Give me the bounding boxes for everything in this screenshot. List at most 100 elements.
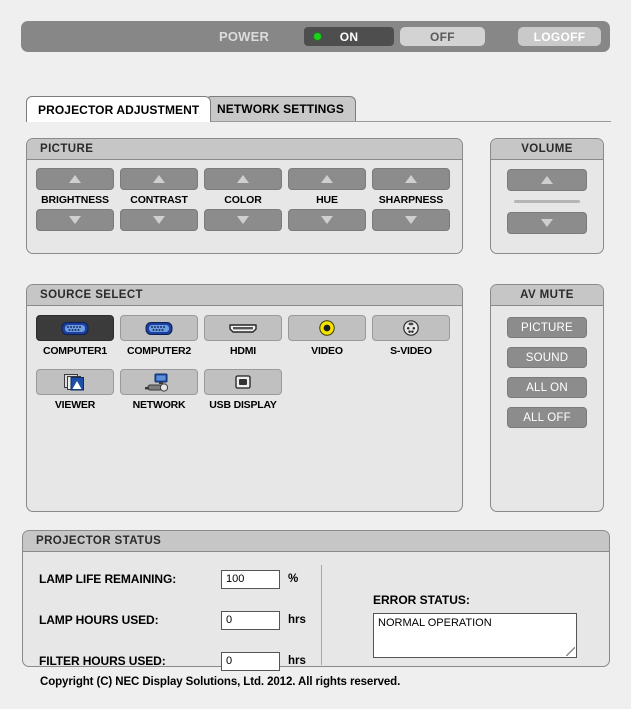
error-status-textarea[interactable]: NORMAL OPERATION bbox=[373, 613, 577, 658]
filter-hours-value[interactable]: 0 bbox=[221, 651, 280, 671]
lamp-life-label: LAMP LIFE REMAINING: bbox=[39, 572, 177, 586]
av-mute-sound-button[interactable]: SOUND bbox=[507, 347, 587, 368]
source-button-computer1[interactable] bbox=[36, 315, 114, 341]
triangle-up-icon bbox=[69, 175, 81, 183]
source-item-hdmi: HDMI bbox=[204, 315, 282, 357]
lamp-hours-unit: hrs bbox=[288, 614, 306, 626]
color-label: COLOR bbox=[224, 194, 262, 206]
projector-status-fields: LAMP LIFE REMAINING: 100 % LAMP HOURS US… bbox=[39, 568, 306, 691]
hdmi-connector-icon bbox=[229, 324, 257, 333]
triangle-down-icon bbox=[321, 216, 333, 224]
triangle-up-icon bbox=[321, 175, 333, 183]
source-label-svideo: S-VIDEO bbox=[390, 345, 432, 357]
source-button-svideo[interactable] bbox=[372, 315, 450, 341]
source-button-video[interactable] bbox=[288, 315, 366, 341]
status-row-lamp-hours: LAMP HOURS USED: 0 hrs bbox=[39, 609, 306, 631]
triangle-down-icon bbox=[69, 216, 81, 224]
hue-down-button[interactable] bbox=[288, 209, 366, 231]
error-status-label: ERROR STATUS: bbox=[373, 593, 470, 607]
picture-control-contrast: CONTRAST bbox=[120, 168, 198, 231]
lamp-life-unit: % bbox=[288, 573, 299, 585]
source-label-computer1: COMPUTER1 bbox=[42, 345, 108, 357]
source-item-computer1: COMPUTER1 bbox=[36, 315, 114, 357]
source-select-panel-title: SOURCE SELECT bbox=[27, 285, 462, 306]
source-button-network[interactable] bbox=[120, 369, 198, 395]
source-label-network: NETWORK bbox=[132, 399, 186, 411]
sharpness-up-button[interactable] bbox=[372, 168, 450, 190]
volume-controls bbox=[491, 169, 603, 234]
hue-label: HUE bbox=[316, 194, 338, 206]
photo-stack-icon bbox=[64, 374, 84, 391]
logoff-button[interactable]: LOGOFF bbox=[518, 27, 601, 46]
source-item-video: VIDEO bbox=[288, 315, 366, 357]
volume-panel-title: VOLUME bbox=[491, 139, 603, 160]
lamp-hours-label: LAMP HOURS USED: bbox=[39, 613, 159, 627]
color-up-button[interactable] bbox=[204, 168, 282, 190]
source-item-svideo: S-VIDEO bbox=[372, 315, 450, 357]
projector-status-body: LAMP LIFE REMAINING: 100 % LAMP HOURS US… bbox=[23, 553, 609, 671]
filter-hours-unit: hrs bbox=[288, 655, 306, 667]
sharpness-label: SHARPNESS bbox=[378, 194, 444, 206]
av-mute-buttons: PICTURE SOUND ALL ON ALL OFF bbox=[491, 317, 603, 428]
brightness-label: BRIGHTNESS bbox=[41, 194, 109, 206]
source-button-viewer[interactable] bbox=[36, 369, 114, 395]
picture-control-sharpness: SHARPNESS bbox=[372, 168, 450, 231]
contrast-up-button[interactable] bbox=[120, 168, 198, 190]
status-row-lamp-life: LAMP LIFE REMAINING: 100 % bbox=[39, 568, 306, 590]
source-button-usb-display[interactable] bbox=[204, 369, 282, 395]
projector-status-panel-title: PROJECTOR STATUS bbox=[23, 531, 609, 552]
filter-hours-label: FILTER HOURS USED: bbox=[39, 654, 166, 668]
projector-status-panel: PROJECTOR STATUS LAMP LIFE REMAINING: 10… bbox=[22, 530, 610, 671]
copyright-text: Copyright (C) NEC Display Solutions, Ltd… bbox=[40, 676, 401, 688]
lamp-life-value[interactable]: 100 bbox=[221, 569, 280, 589]
brightness-down-button[interactable] bbox=[36, 209, 114, 231]
picture-controls: BRIGHTNESS CONTRAST COLOR HUE SHARPNESS bbox=[36, 168, 450, 231]
lamp-hours-value[interactable]: 0 bbox=[221, 610, 280, 630]
picture-panel-title: PICTURE bbox=[27, 139, 462, 160]
hue-up-button[interactable] bbox=[288, 168, 366, 190]
tab-network-settings[interactable]: NETWORK SETTINGS bbox=[205, 96, 356, 121]
tab-projector-adjustment[interactable]: PROJECTOR ADJUSTMENT bbox=[26, 96, 212, 122]
mini-din-icon bbox=[403, 320, 419, 336]
sharpness-down-button[interactable] bbox=[372, 209, 450, 231]
contrast-down-button[interactable] bbox=[120, 209, 198, 231]
power-off-button[interactable]: OFF bbox=[400, 27, 485, 46]
brightness-up-button[interactable] bbox=[36, 168, 114, 190]
source-button-computer2[interactable] bbox=[120, 315, 198, 341]
source-row-1: COMPUTER1 COMPUTER2 HDMI VIDEO S-VIDEO bbox=[36, 315, 450, 357]
error-status-value: NORMAL OPERATION bbox=[378, 617, 492, 629]
status-vertical-divider bbox=[321, 565, 322, 665]
av-mute-all-off-button[interactable]: ALL OFF bbox=[507, 407, 587, 428]
source-label-viewer: VIEWER bbox=[54, 399, 96, 411]
picture-control-hue: HUE bbox=[288, 168, 366, 231]
source-button-hdmi[interactable] bbox=[204, 315, 282, 341]
color-down-button[interactable] bbox=[204, 209, 282, 231]
picture-control-brightness: BRIGHTNESS bbox=[36, 168, 114, 231]
vga-connector-icon bbox=[61, 321, 89, 335]
source-label-hdmi: HDMI bbox=[229, 345, 257, 357]
rca-composite-icon bbox=[319, 320, 335, 336]
error-status-section: ERROR STATUS: NORMAL OPERATION bbox=[373, 593, 577, 658]
triangle-down-icon bbox=[405, 216, 417, 224]
power-on-label: ON bbox=[339, 29, 359, 44]
status-row-filter-hours: FILTER HOURS USED: 0 hrs bbox=[39, 650, 306, 672]
power-on-button[interactable]: ON bbox=[304, 27, 394, 46]
source-label-usb-display: USB DISPLAY bbox=[209, 399, 277, 411]
triangle-down-icon bbox=[541, 219, 553, 227]
av-mute-all-on-button[interactable]: ALL ON bbox=[507, 377, 587, 398]
picture-panel: PICTURE BRIGHTNESS CONTRAST COLOR HUE SH… bbox=[26, 138, 463, 254]
source-select-panel: SOURCE SELECT COMPUTER1 COMPUTER2 HDMI V… bbox=[26, 284, 463, 512]
triangle-up-icon bbox=[405, 175, 417, 183]
source-row-2: VIEWER NETWORK USB DISPLAY bbox=[36, 369, 450, 411]
contrast-label: CONTRAST bbox=[130, 194, 188, 206]
resize-handle-icon[interactable] bbox=[566, 647, 575, 656]
av-mute-picture-button[interactable]: PICTURE bbox=[507, 317, 587, 338]
monitor-projector-icon bbox=[145, 373, 169, 392]
tab-strip: PROJECTOR ADJUSTMENT NETWORK SETTINGS bbox=[26, 96, 611, 122]
triangle-up-icon bbox=[153, 175, 165, 183]
triangle-up-icon bbox=[541, 176, 553, 184]
volume-divider bbox=[514, 200, 580, 203]
volume-down-button[interactable] bbox=[507, 212, 587, 234]
volume-up-button[interactable] bbox=[507, 169, 587, 191]
triangle-down-icon bbox=[153, 216, 165, 224]
